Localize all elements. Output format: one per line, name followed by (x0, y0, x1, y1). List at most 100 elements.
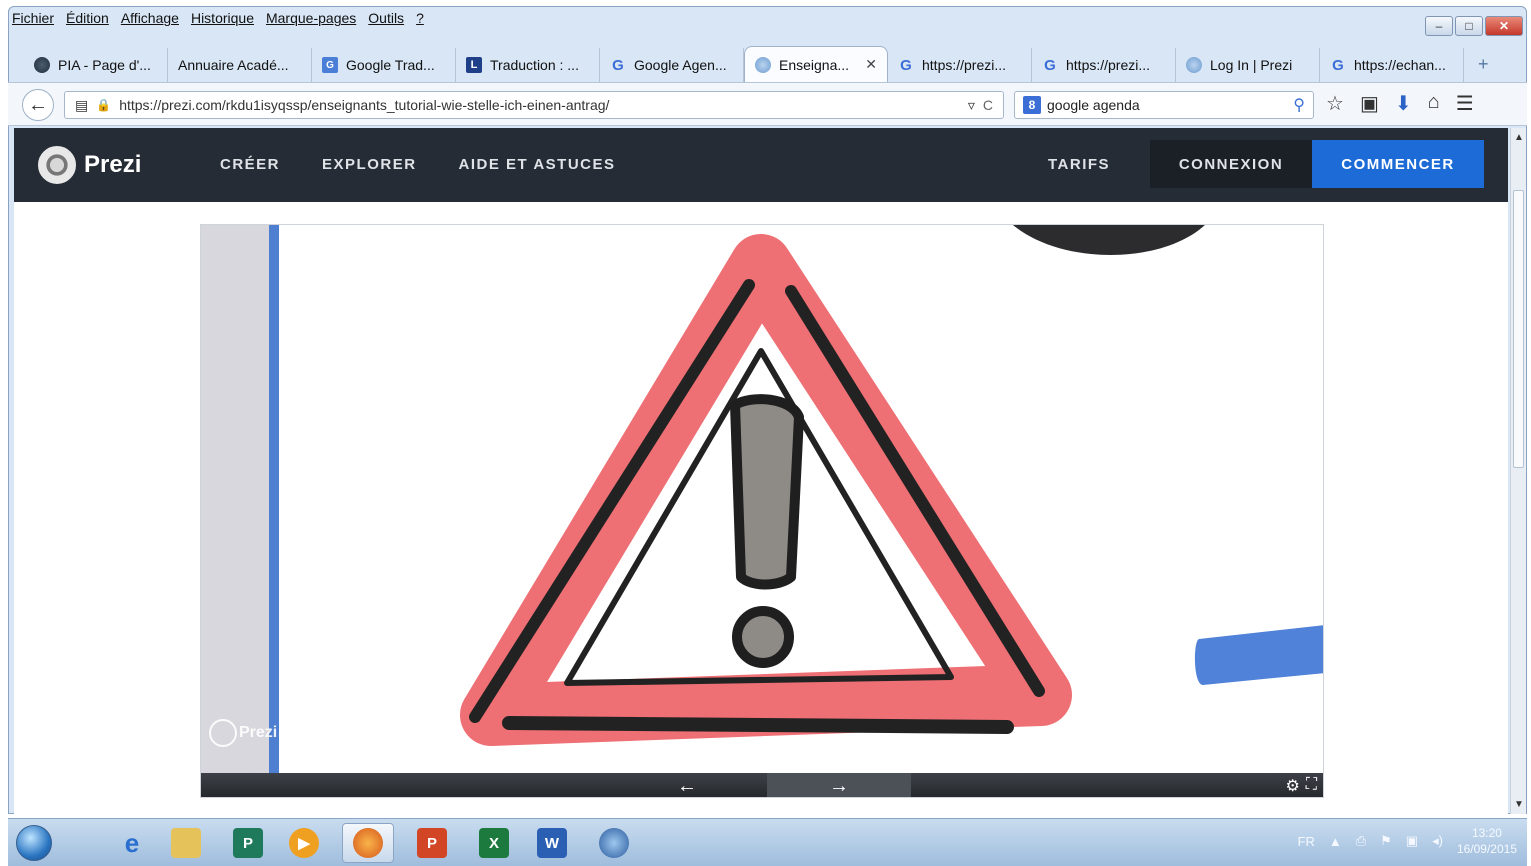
window-controls: – □ ✕ (1425, 16, 1523, 36)
printer-icon[interactable]: ⎙ (1356, 833, 1366, 849)
g-icon[interactable]: 8 (1023, 96, 1041, 114)
menu-outils[interactable]: Outils (368, 10, 404, 34)
menu-fichier[interactable]: Fichier (12, 10, 54, 34)
maximize-button[interactable]: □ (1455, 16, 1483, 36)
clipboard-icon[interactable]: ▣ (1360, 91, 1379, 116)
powerpoint-glyph: P (417, 828, 447, 858)
thunderbird-glyph (599, 828, 629, 858)
publisher-icon[interactable]: P (222, 823, 274, 863)
close-window-button[interactable]: ✕ (1485, 16, 1523, 36)
tab-strip: PIA - Page d'... Annuaire Acadé... G Goog… (24, 46, 1489, 82)
menu-historique[interactable]: Historique (191, 10, 254, 34)
system-tray: FR ▲ ⎙ ⚑ ▣ ◂) 13:20 16/09/2015 (1298, 825, 1518, 857)
larousse-icon: L (466, 57, 482, 73)
media-player-icon[interactable]: ▶ (278, 823, 330, 863)
page-scrollbar[interactable]: ▲ ▼ (1510, 128, 1526, 814)
minimize-button[interactable]: – (1425, 16, 1453, 36)
google-translate-icon: G (322, 57, 338, 73)
tab-label: Enseigna... (779, 56, 850, 73)
tab-label: https://echan... (1354, 57, 1446, 73)
firefox-icon[interactable] (342, 823, 394, 863)
close-tab-icon[interactable]: ✕ (865, 56, 877, 73)
scroll-down-icon[interactable]: ▼ (1514, 799, 1524, 810)
commencer-button[interactable]: COMMENCER (1312, 140, 1484, 188)
menu-edition[interactable]: Édition (66, 10, 109, 34)
scroll-up-icon[interactable]: ▲ (1514, 132, 1524, 143)
excel-icon[interactable]: X (468, 823, 520, 863)
scrollbar-thumb[interactable] (1513, 190, 1524, 468)
tab-label: Annuaire Acadé... (178, 57, 289, 73)
language-indicator[interactable]: FR (1298, 834, 1315, 849)
ie-glyph: e (124, 827, 140, 858)
word-glyph: W (537, 828, 567, 858)
fullscreen-icon[interactable]: ⛶ (1306, 776, 1317, 796)
tab-login-prezi[interactable]: Log In | Prezi (1176, 48, 1320, 82)
menu-affichage[interactable]: Affichage (121, 10, 179, 34)
nav-aide-et-astuces[interactable]: AIDE ET ASTUCES (459, 156, 616, 173)
new-tab-button[interactable]: + (1478, 54, 1489, 75)
nav-explorer[interactable]: EXPLORER (322, 156, 417, 173)
internet-explorer-icon[interactable]: e (106, 823, 158, 863)
tab-label: Log In | Prezi (1210, 57, 1293, 73)
reload-icon[interactable]: C (983, 97, 993, 113)
tab-prezi-2[interactable]: Ghttps://prezi... (1032, 48, 1176, 82)
viewer-controls: ⚙ ⛶ (1285, 776, 1317, 796)
thunderbird-icon[interactable] (588, 823, 640, 863)
start-button[interactable] (16, 825, 52, 861)
volume-icon[interactable]: ◂) (1432, 833, 1443, 849)
dropdown-icon[interactable]: ▿ (968, 97, 975, 114)
prezi-icon (755, 56, 771, 73)
tab-annuaire[interactable]: Annuaire Acadé... (168, 48, 312, 82)
network-icon[interactable]: ▣ (1406, 833, 1418, 849)
menu-icon[interactable]: ☰ (1456, 91, 1474, 116)
search-icon[interactable]: ⚲ (1293, 95, 1305, 115)
windows-taskbar: e P ▶ P X W FR ▲ ⎙ ⚑ ▣ ◂) 13:20 16/09/20… (8, 818, 1527, 866)
tab-pia[interactable]: PIA - Page d'... (24, 48, 168, 82)
slide-canvas (460, 225, 1323, 746)
tab-enseignants[interactable]: Enseigna... ✕ (744, 46, 888, 82)
file-explorer-icon[interactable] (160, 823, 212, 863)
tab-label: Google Trad... (346, 57, 435, 73)
tray-expand-icon[interactable]: ▲ (1329, 834, 1342, 849)
earth-icon (34, 57, 50, 73)
menu-marque-pages[interactable]: Marque-pages (266, 10, 356, 34)
blue-bar (1194, 625, 1323, 685)
flag-icon[interactable]: ⚑ (1380, 833, 1392, 849)
page-icon: ▤ (75, 96, 89, 113)
star-icon[interactable]: ☆ (1326, 91, 1344, 116)
prezi-logo-icon (38, 146, 76, 184)
gear-icon[interactable]: ⚙ (1285, 776, 1299, 796)
clock[interactable]: 13:20 16/09/2015 (1457, 825, 1517, 857)
download-icon[interactable]: ⬇ (1395, 91, 1412, 116)
nav-tarifs[interactable]: TARIFS (1048, 156, 1110, 173)
nav-creer[interactable]: CRÉER (220, 156, 280, 173)
arrow-left-icon[interactable]: ← (677, 775, 697, 797)
url-text[interactable]: https://prezi.com/rkdu1isyqssp/enseignan… (119, 97, 960, 113)
tab-prezi-1[interactable]: Ghttps://prezi... (888, 48, 1032, 82)
google-icon: G (900, 56, 912, 74)
powerpoint-icon[interactable]: P (406, 823, 458, 863)
tab-google-translate[interactable]: G Google Trad... (312, 48, 456, 82)
connexion-button[interactable]: CONNEXION (1150, 140, 1312, 188)
dark-shape (1013, 225, 1205, 255)
prezi-viewer[interactable]: Prezi ← → ⚙ ⛶ (200, 224, 1324, 798)
search-bar[interactable]: 8 google agenda ⚲ (1014, 91, 1314, 119)
menu-aide[interactable]: ? (416, 10, 424, 34)
search-input[interactable]: google agenda (1047, 97, 1140, 113)
google-icon: G (1332, 56, 1344, 74)
home-icon[interactable]: ⌂ (1428, 91, 1440, 116)
prezi-logo[interactable]: Prezi (38, 146, 141, 184)
clock-date: 16/09/2015 (1456, 842, 1517, 856)
tab-google-agenda[interactable]: G Google Agen... (600, 48, 744, 82)
url-bar[interactable]: ▤ 🔒 https://prezi.com/rkdu1isyqssp/ensei… (64, 91, 1004, 119)
word-icon[interactable]: W (526, 823, 578, 863)
tab-label: https://prezi... (1066, 57, 1151, 73)
prezi-header: Prezi CRÉER EXPLORER AIDE ET ASTUCES TAR… (14, 128, 1508, 202)
tab-traduction[interactable]: L Traduction : ... (456, 48, 600, 82)
tab-label: Google Agen... (634, 57, 727, 73)
arrow-right-icon[interactable]: → (829, 775, 849, 797)
viewer-control-bar: ← → ⚙ ⛶ (201, 773, 1323, 797)
back-button[interactable]: ← (22, 89, 54, 121)
exclamation-dot (732, 606, 794, 668)
tab-echan[interactable]: Ghttps://echan... (1320, 48, 1464, 82)
